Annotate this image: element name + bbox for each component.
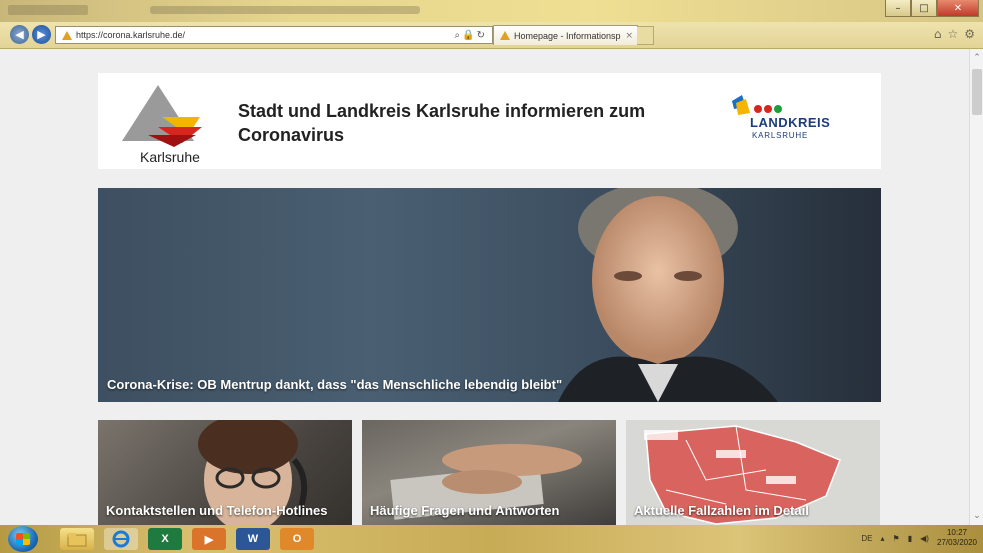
start-button[interactable] bbox=[8, 526, 38, 552]
close-button[interactable]: ✕ bbox=[937, 0, 979, 17]
tab-close-icon[interactable]: × bbox=[621, 31, 637, 41]
hero-portrait-image bbox=[558, 188, 778, 402]
window-title bbox=[150, 6, 420, 14]
system-tray: DE ▴ ⚑ ▮ ◀) 10:27 27/03/2020 bbox=[861, 528, 977, 548]
explorer-taskbar-icon[interactable] bbox=[60, 528, 94, 550]
tab-site-icon bbox=[500, 31, 510, 40]
internet-explorer-taskbar-icon[interactable] bbox=[104, 528, 138, 550]
outlook-taskbar-icon[interactable]: O bbox=[280, 528, 314, 550]
maximize-button[interactable]: □ bbox=[911, 0, 937, 17]
tile-faq[interactable]: Häufige Fragen und Antworten bbox=[362, 420, 616, 525]
window-controls: – □ ✕ bbox=[885, 0, 979, 17]
page-headline: Stadt und Landkreis Karlsruhe informiere… bbox=[238, 101, 646, 145]
tab-title: Homepage - Informationsp... bbox=[514, 30, 622, 41]
clock-date: 27/03/2020 bbox=[936, 538, 977, 547]
tray-expand-icon[interactable]: ▴ bbox=[881, 534, 885, 543]
vertical-scrollbar[interactable]: ⌃ ⌄ bbox=[969, 49, 983, 525]
tile-faq-caption[interactable]: Häufige Fragen und Antworten bbox=[370, 502, 610, 519]
arrow-left-icon: ◀ bbox=[15, 28, 24, 41]
network-icon[interactable]: ▮ bbox=[908, 534, 912, 543]
certificate-warning-icon[interactable] bbox=[62, 30, 72, 40]
refresh-icon[interactable]: ↻ bbox=[477, 30, 487, 41]
scroll-down-icon[interactable]: ⌄ bbox=[970, 509, 983, 523]
hero-teaser[interactable]: Corona-Krise: OB Mentrup dankt, dass "da… bbox=[98, 188, 881, 402]
search-icon[interactable]: ⌕ bbox=[455, 30, 463, 41]
hero-caption[interactable]: Corona-Krise: OB Mentrup dankt, dass "da… bbox=[107, 377, 562, 392]
clock-time: 10:27 bbox=[946, 528, 967, 537]
desktop-screen: – □ ✕ ◀ ▶ https://corona.karlsruhe.de/ ⌕… bbox=[0, 0, 983, 553]
system-clock[interactable]: 10:27 27/03/2020 bbox=[937, 528, 977, 548]
landkreis-logo-subtitle: KARLSRUHE bbox=[752, 131, 809, 140]
karlsruhe-logo-text: Karlsruhe bbox=[140, 149, 200, 165]
arrow-right-icon: ▶ bbox=[37, 28, 46, 41]
address-bar[interactable]: https://corona.karlsruhe.de/ ⌕🔒↻ bbox=[55, 26, 493, 44]
karlsruhe-logo[interactable]: Karlsruhe bbox=[118, 81, 208, 165]
scroll-up-icon[interactable]: ⌃ bbox=[970, 51, 983, 65]
quick-access-toolbar[interactable] bbox=[8, 5, 88, 15]
tile-hotlines-caption[interactable]: Kontaktstellen und Telefon-Hotlines bbox=[106, 502, 346, 519]
windows-logo-icon bbox=[16, 533, 30, 545]
language-indicator[interactable]: DE bbox=[861, 534, 872, 543]
landkreis-logo-title: LANDKREIS bbox=[750, 115, 831, 130]
excel-taskbar-icon[interactable]: X bbox=[148, 528, 182, 550]
scrollbar-thumb[interactable] bbox=[972, 69, 982, 115]
browser-tool-icons: ⌂ ☆ ⚙ bbox=[934, 27, 975, 41]
minimize-button[interactable]: – bbox=[885, 0, 911, 17]
page-viewport[interactable]: Karlsruhe Stadt und Landkreis Karlsruhe … bbox=[0, 49, 969, 525]
lock-icon[interactable]: 🔒 bbox=[462, 30, 476, 41]
site-header: Karlsruhe Stadt und Landkreis Karlsruhe … bbox=[98, 73, 881, 169]
tile-case-numbers-caption[interactable]: Aktuelle Fallzahlen im Detail bbox=[634, 502, 874, 519]
landkreis-logo[interactable]: LANDKREIS KARLSRUHE bbox=[730, 95, 850, 151]
tile-hotlines[interactable]: Kontaktstellen und Telefon-Hotlines bbox=[98, 420, 352, 525]
karlsruhe-triangle-icon bbox=[122, 85, 202, 147]
address-tools: ⌕🔒↻ bbox=[455, 30, 492, 41]
browser-navbar: ◀ ▶ https://corona.karlsruhe.de/ ⌕🔒↻ Hom… bbox=[0, 22, 983, 49]
action-center-icon[interactable]: ⚑ bbox=[893, 534, 900, 543]
home-icon[interactable]: ⌂ bbox=[934, 27, 942, 41]
windows-taskbar: X ▶ W O DE ▴ ⚑ ▮ ◀) 10:27 27/03/2020 bbox=[0, 525, 983, 553]
favorites-star-icon[interactable]: ☆ bbox=[947, 27, 958, 41]
settings-gear-icon[interactable]: ⚙ bbox=[964, 27, 975, 41]
window-titlebar: – □ ✕ bbox=[0, 0, 983, 22]
media-player-taskbar-icon[interactable]: ▶ bbox=[192, 528, 226, 550]
volume-icon[interactable]: ◀) bbox=[920, 534, 929, 543]
new-tab-button[interactable] bbox=[637, 26, 654, 45]
forward-button[interactable]: ▶ bbox=[32, 25, 51, 44]
address-url[interactable]: https://corona.karlsruhe.de/ bbox=[76, 30, 455, 40]
word-taskbar-icon[interactable]: W bbox=[236, 528, 270, 550]
tile-case-numbers[interactable]: Aktuelle Fallzahlen im Detail bbox=[626, 420, 880, 525]
browser-tab-active[interactable]: Homepage - Informationsp... × bbox=[493, 25, 638, 45]
back-button[interactable]: ◀ bbox=[10, 25, 29, 44]
